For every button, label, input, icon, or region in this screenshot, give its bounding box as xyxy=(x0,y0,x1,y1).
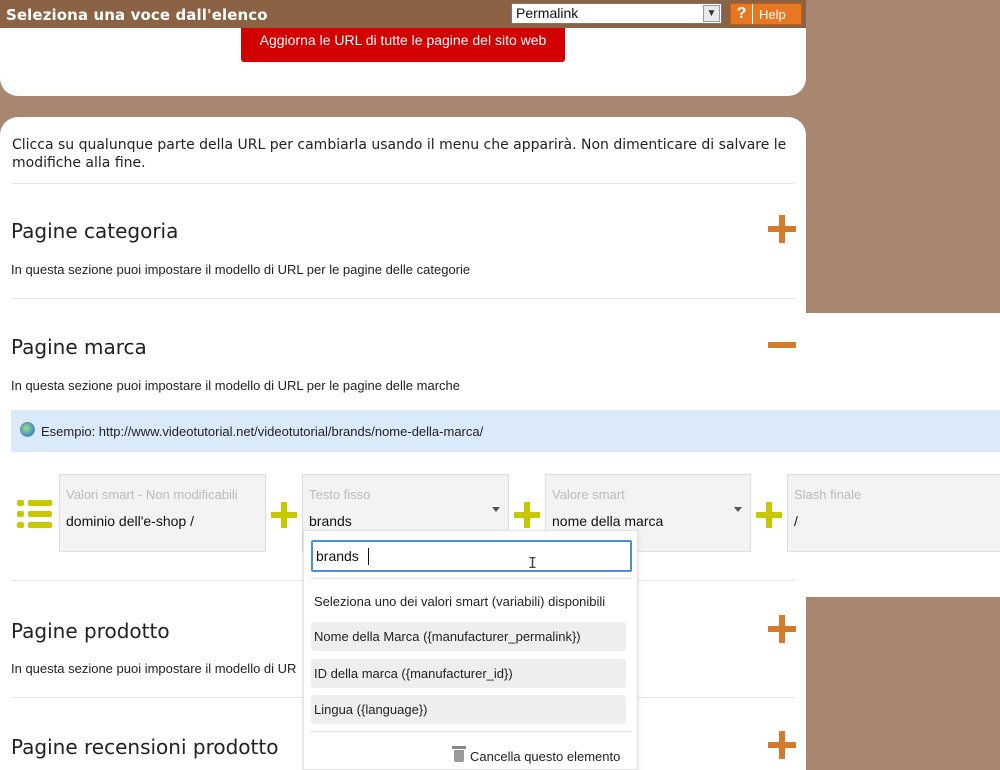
delete-element-button[interactable]: Cancella questo elemento xyxy=(470,749,620,764)
brand-section-desc: In questa sezione puoi impostare il mode… xyxy=(11,378,460,393)
question-icon: ? xyxy=(731,4,753,24)
fixed-text-input-value: brands xyxy=(316,548,359,564)
url-example-bar: Esempio: http://www.videotutorial.net/vi… xyxy=(11,410,1000,452)
divider xyxy=(311,731,632,732)
expand-reviews-plus-icon[interactable] xyxy=(768,731,796,759)
divider xyxy=(11,298,795,299)
dropdown-hint: Seleziona uno dei valori smart (variabil… xyxy=(314,594,606,609)
dropdown-option-label: Lingua ({language}) xyxy=(314,702,428,717)
dropdown-option[interactable]: Lingua ({language}) xyxy=(311,695,626,724)
list-drag-icon[interactable] xyxy=(17,500,53,528)
update-urls-button[interactable]: Aggiorna le URL di tutte le pagine del s… xyxy=(241,28,565,62)
dropdown-option[interactable]: Nome della Marca ({manufacturer_permalin… xyxy=(311,622,626,651)
help-button-label: Help xyxy=(759,7,786,22)
add-part-plus-icon[interactable] xyxy=(756,502,782,528)
top-bar-title: Seleziona una voce dall'elenco xyxy=(6,6,268,24)
divider xyxy=(11,183,795,184)
product-section-title: Pagine prodotto xyxy=(11,619,170,643)
category-section-title: Pagine categoria xyxy=(11,219,179,243)
ibeam-cursor-icon: I xyxy=(528,554,538,572)
product-section-desc: In questa sezione puoi impostare il mode… xyxy=(11,661,297,676)
url-part-value: / xyxy=(794,513,798,529)
dropdown-option-label: Nome della Marca ({manufacturer_permalin… xyxy=(314,629,581,644)
url-part-value: nome della marca xyxy=(552,513,664,529)
category-section-desc: In questa sezione puoi impostare il mode… xyxy=(11,262,471,277)
text-cursor xyxy=(368,548,369,565)
url-example-text: Esempio: http://www.videotutorial.net/vi… xyxy=(41,424,484,439)
fixed-text-dropdown: brands I Seleziona uno dei valori smart … xyxy=(303,530,638,770)
divider xyxy=(311,578,632,579)
top-bar: Seleziona una voce dall'elenco Permalink… xyxy=(0,0,806,28)
globe-icon xyxy=(20,422,35,437)
section-select[interactable]: Permalink ▼ xyxy=(511,3,722,24)
caret-down-icon[interactable] xyxy=(492,507,500,512)
url-part-caption: Slash finale xyxy=(794,487,862,502)
expand-category-plus-icon[interactable] xyxy=(768,215,796,243)
trash-icon[interactable] xyxy=(452,745,466,762)
fixed-text-input[interactable]: brands I xyxy=(311,540,632,572)
caret-down-icon[interactable] xyxy=(734,507,742,512)
chevron-down-icon[interactable]: ▼ xyxy=(703,5,720,22)
url-part-smart-fixed: Valori smart - Non modificabili dominio … xyxy=(59,474,266,552)
url-part-caption: Testo fisso xyxy=(309,487,371,502)
dropdown-option[interactable]: ID della marca ({manufacturer_id}) xyxy=(311,659,626,688)
url-part-caption: Valore smart xyxy=(552,487,625,502)
url-part-value: brands xyxy=(309,513,352,529)
help-button[interactable]: ? Help xyxy=(730,3,802,25)
add-part-plus-icon[interactable] xyxy=(514,502,540,528)
url-part-caption: Valori smart - Non modificabili xyxy=(66,487,238,502)
add-part-plus-icon[interactable] xyxy=(271,502,297,528)
expand-product-plus-icon[interactable] xyxy=(768,615,796,643)
intro-text: Clicca su qualunque parte della URL per … xyxy=(12,137,787,171)
url-part-trailing-slash[interactable]: Slash finale / xyxy=(787,474,1000,552)
section-select-value: Permalink xyxy=(516,5,579,21)
collapse-brand-minus-icon[interactable] xyxy=(768,331,796,359)
url-part-value: dominio dell'e-shop / xyxy=(66,513,194,529)
reviews-section-title: Pagine recensioni prodotto xyxy=(11,735,279,759)
brand-section-title: Pagine marca xyxy=(11,335,147,359)
update-panel: Aggiorna le URL di tutte le pagine del s… xyxy=(0,28,806,96)
dropdown-option-label: ID della marca ({manufacturer_id}) xyxy=(314,666,513,681)
